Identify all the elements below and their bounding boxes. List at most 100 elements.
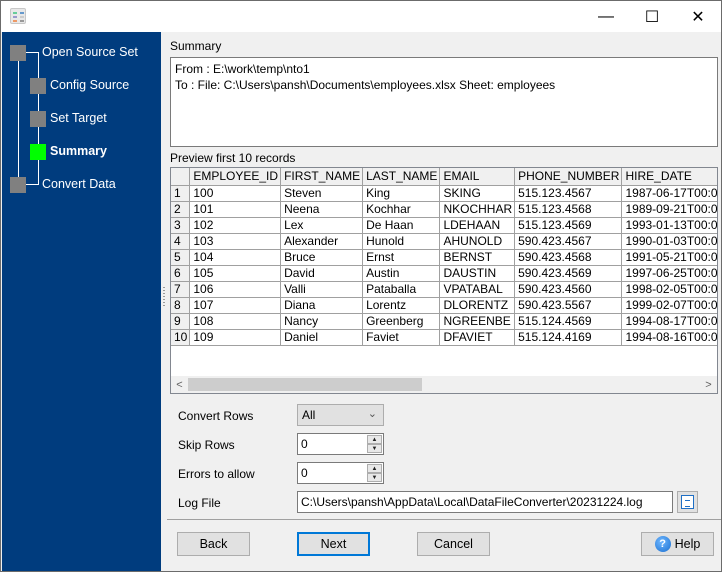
table-cell[interactable]: Greenberg (362, 313, 441, 330)
step-open-source-set[interactable]: Open Source Set (42, 45, 138, 59)
splitter-grip-icon[interactable] (163, 287, 165, 307)
table-cell[interactable]: NKOCHHAR (439, 201, 516, 218)
table-cell[interactable]: Steven (280, 185, 364, 202)
table-cell[interactable]: 103 (189, 233, 282, 250)
log-file-input[interactable]: C:\Users\pansh\AppData\Local\DataFileCon… (297, 491, 673, 513)
table-cell[interactable]: 590.423.4568 (514, 249, 623, 266)
summary-text[interactable]: From : E:\work\temp\nto1 To : File: C:\U… (170, 57, 718, 147)
preview-grid[interactable]: EMPLOYEE_ID FIRST_NAME LAST_NAME EMAIL PHONE… (170, 167, 718, 394)
table-cell[interactable]: Bruce (280, 249, 364, 266)
next-button[interactable]: Next (297, 532, 370, 556)
column-header[interactable]: FIRST_NAME (280, 168, 364, 186)
row-number[interactable]: 4 (171, 233, 191, 250)
table-cell[interactable]: 108 (189, 313, 282, 330)
spin-down-icon[interactable]: ▼ (367, 444, 382, 453)
column-header[interactable]: EMAIL (439, 168, 516, 186)
table-cell[interactable]: De Haan (362, 217, 441, 234)
table-cell[interactable]: Diana (280, 297, 364, 314)
maximize-button[interactable]: ☐ (629, 1, 675, 32)
column-header[interactable]: LAST_NAME (362, 168, 441, 186)
table-cell[interactable]: VPATABAL (439, 281, 516, 298)
table-cell[interactable]: 102 (189, 217, 282, 234)
row-number[interactable]: 1 (171, 185, 191, 202)
table-cell[interactable]: 1989-09-21T00:00 (621, 201, 717, 218)
table-cell[interactable]: 101 (189, 201, 282, 218)
row-number[interactable]: 8 (171, 297, 191, 314)
table-cell[interactable]: Pataballa (362, 281, 441, 298)
table-cell[interactable]: 1993-01-13T00:00 (621, 217, 717, 234)
spin-up-icon[interactable]: ▲ (367, 435, 382, 444)
table-cell[interactable]: 1994-08-16T00:00 (621, 329, 717, 346)
table-row[interactable]: 6 105 David Austin DAUSTIN 590.423.4569 1997-0… (171, 265, 717, 282)
table-cell[interactable]: 515.123.4567 (514, 185, 623, 202)
spin-up-icon[interactable]: ▲ (367, 464, 382, 473)
horizontal-scrollbar[interactable]: < > (171, 376, 717, 393)
errors-to-allow-spinner[interactable]: 0 ▲ ▼ (297, 462, 384, 484)
table-row[interactable]: 8 107 Diana Lorentz DLORENTZ 590.423.5567 1999… (171, 297, 717, 314)
table-cell[interactable]: 105 (189, 265, 282, 282)
table-cell[interactable]: 515.124.4169 (514, 329, 623, 346)
row-number[interactable]: 6 (171, 265, 191, 282)
spin-down-icon[interactable]: ▼ (367, 473, 382, 482)
row-number[interactable]: 2 (171, 201, 191, 218)
table-row[interactable]: 9 108 Nancy Greenberg NGREENBE 515.124.4569 19… (171, 313, 717, 330)
table-cell[interactable]: Ernst (362, 249, 441, 266)
table-cell[interactable]: 515.124.4569 (514, 313, 623, 330)
help-button[interactable]: ? Help (641, 532, 714, 556)
table-cell[interactable]: 100 (189, 185, 282, 202)
table-cell[interactable]: Faviet (362, 329, 441, 346)
table-cell[interactable]: 106 (189, 281, 282, 298)
scroll-right-icon[interactable]: > (700, 376, 717, 393)
table-row[interactable]: 5 104 Bruce Ernst BERNST 590.423.4568 1991-05-… (171, 249, 717, 266)
table-cell[interactable]: DAUSTIN (439, 265, 516, 282)
table-cell[interactable]: Nancy (280, 313, 364, 330)
table-row[interactable]: 10 109 Daniel Faviet DFAVIET 515.124.4169 1994… (171, 329, 717, 346)
table-cell[interactable]: AHUNOLD (439, 233, 516, 250)
table-row[interactable]: 1 100 Steven King SKING 515.123.4567 1987-06-1… (171, 185, 717, 202)
table-cell[interactable]: Neena (280, 201, 364, 218)
table-cell[interactable]: 1990-01-03T00:00 (621, 233, 717, 250)
table-cell[interactable]: 1997-06-25T00:00 (621, 265, 717, 282)
skip-rows-spinner[interactable]: 0 ▲ ▼ (297, 433, 384, 455)
table-cell[interactable]: Lex (280, 217, 364, 234)
table-cell[interactable]: Valli (280, 281, 364, 298)
table-row[interactable]: 2 101 Neena Kochhar NKOCHHAR 515.123.4568 1989… (171, 201, 717, 218)
row-number[interactable]: 7 (171, 281, 191, 298)
table-cell[interactable]: 590.423.5567 (514, 297, 623, 314)
table-cell[interactable]: 1987-06-17T00:00 (621, 185, 717, 202)
step-summary[interactable]: Summary (50, 144, 107, 158)
column-header[interactable]: EMPLOYEE_ID (189, 168, 282, 186)
table-cell[interactable]: 1994-08-17T00:00 (621, 313, 717, 330)
row-number[interactable]: 5 (171, 249, 191, 266)
table-cell[interactable]: 104 (189, 249, 282, 266)
table-cell[interactable]: 1991-05-21T00:00 (621, 249, 717, 266)
table-cell[interactable]: 590.423.4560 (514, 281, 623, 298)
table-cell[interactable]: DFAVIET (439, 329, 516, 346)
table-cell[interactable]: 590.423.4567 (514, 233, 623, 250)
row-number[interactable]: 3 (171, 217, 191, 234)
table-cell[interactable]: Kochhar (362, 201, 441, 218)
cancel-button[interactable]: Cancel (417, 532, 490, 556)
table-row[interactable]: 3 102 Lex De Haan LDEHAAN 515.123.4569 1993-01… (171, 217, 717, 234)
table-cell[interactable]: Austin (362, 265, 441, 282)
back-button[interactable]: Back (177, 532, 250, 556)
table-cell[interactable]: SKING (439, 185, 516, 202)
row-number[interactable]: 9 (171, 313, 191, 330)
table-cell[interactable]: Hunold (362, 233, 441, 250)
table-cell[interactable]: DLORENTZ (439, 297, 516, 314)
scroll-left-icon[interactable]: < (171, 376, 188, 393)
table-cell[interactable]: Alexander (280, 233, 364, 250)
step-set-target[interactable]: Set Target (50, 111, 107, 125)
table-cell[interactable]: LDEHAAN (439, 217, 516, 234)
close-button[interactable]: ✕ (675, 1, 721, 32)
table-cell[interactable]: NGREENBE (439, 313, 516, 330)
table-cell[interactable]: 109 (189, 329, 282, 346)
browse-log-file-button[interactable] (677, 491, 698, 513)
table-cell[interactable]: David (280, 265, 364, 282)
table-cell[interactable]: BERNST (439, 249, 516, 266)
table-cell[interactable]: Lorentz (362, 297, 441, 314)
scroll-thumb[interactable] (188, 378, 422, 391)
table-cell[interactable]: 1999-02-07T00:00 (621, 297, 717, 314)
table-cell[interactable]: 107 (189, 297, 282, 314)
table-cell[interactable]: Daniel (280, 329, 364, 346)
